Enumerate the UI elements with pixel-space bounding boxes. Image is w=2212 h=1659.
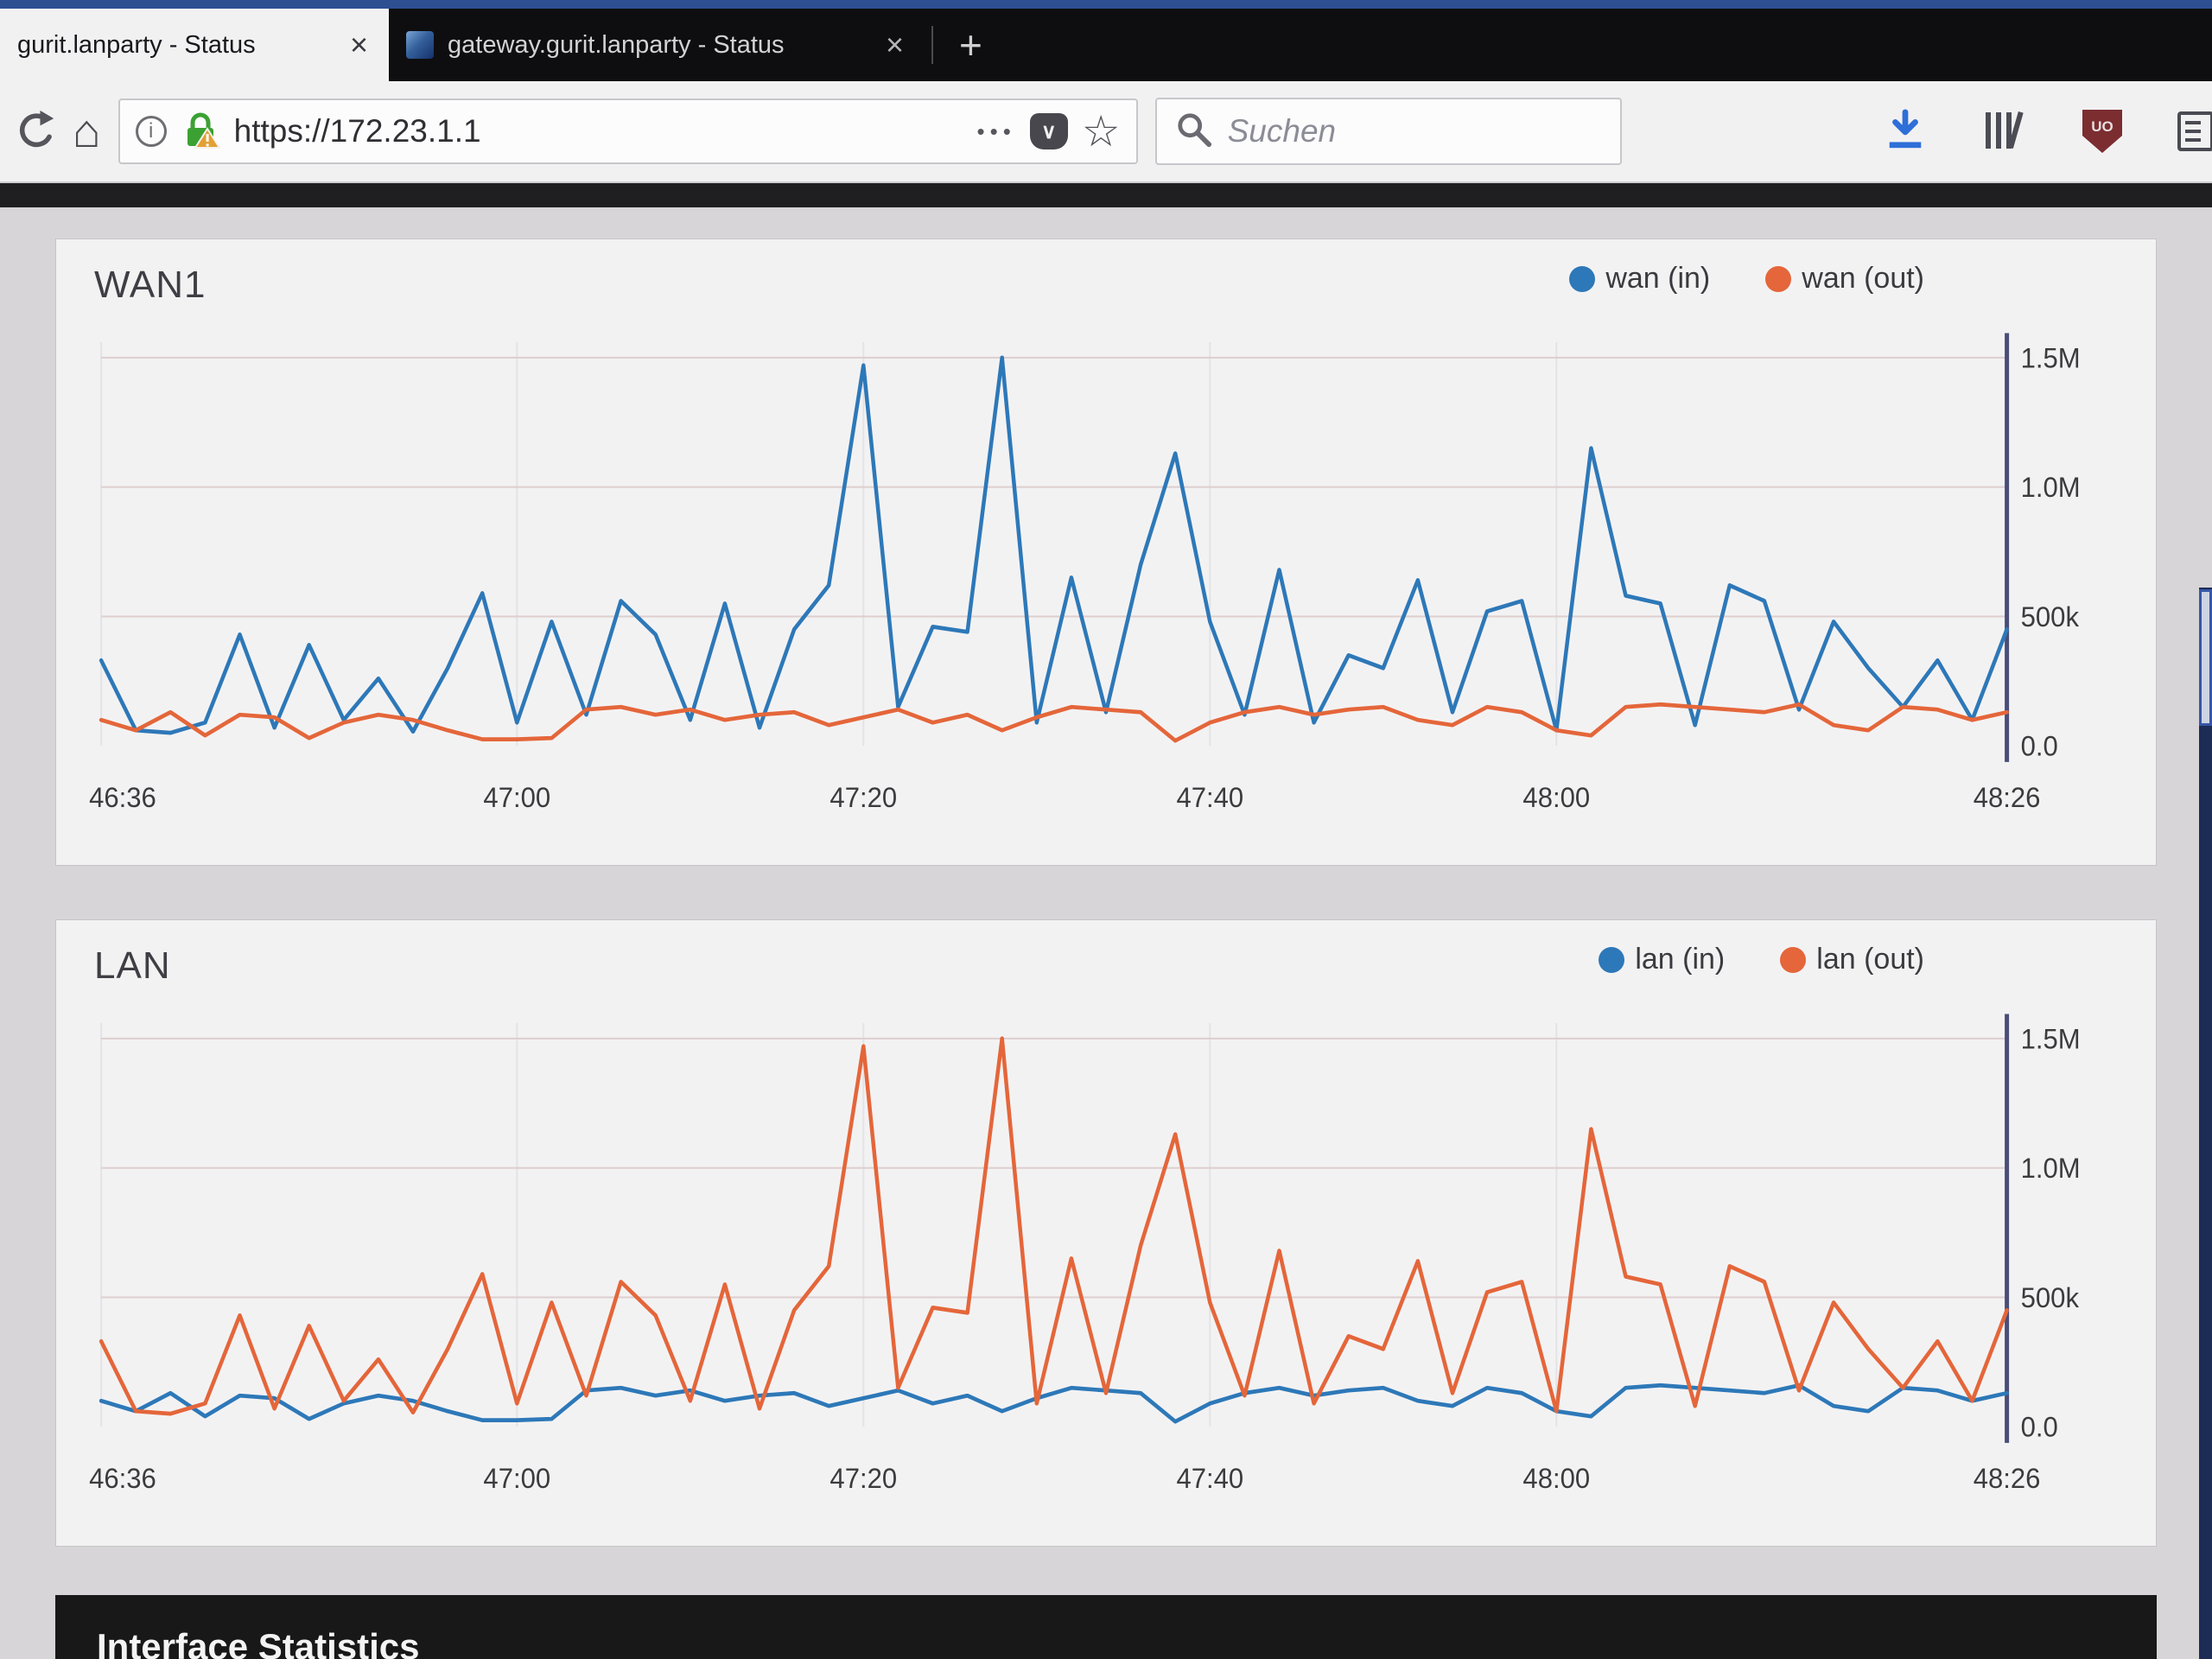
tab-bar: gurit.lanparty - Status × gateway.gurit.… — [0, 9, 2212, 81]
x-tick-label: 47:00 — [483, 781, 550, 813]
x-tick-label: 46:36 — [89, 1462, 156, 1494]
series-line-wan-out- — [101, 704, 2007, 741]
y-tick-label: 0.0 — [2021, 1411, 2058, 1443]
x-tick-label: 47:20 — [830, 1462, 897, 1494]
lock-warning-icon[interactable] — [181, 110, 220, 154]
y-tick-label: 0.0 — [2021, 730, 2058, 762]
y-tick-label: 500k — [2021, 601, 2079, 632]
window-top-edge — [0, 0, 2212, 9]
lan-legend: lan (in) lan (out) — [1599, 943, 1924, 976]
x-tick-label: 47:40 — [1176, 781, 1243, 813]
lan-in-dot-icon — [1599, 947, 1624, 973]
toolbar-right-icons: UO — [1884, 107, 2212, 156]
page-actions-icon[interactable]: ••• — [976, 118, 1015, 145]
interface-statistics-header: Interface Statistics — [55, 1595, 2157, 1659]
wan1-traffic-chart: 0.0 500k 1.0M 1.5M 46:36 47:00 47:20 47:40 48:00… — [67, 322, 2145, 827]
y-tick-label: 1.0M — [2021, 1153, 2081, 1185]
wan-in-dot-icon — [1569, 266, 1595, 292]
panel-title-wan1: WAN1 — [94, 264, 207, 307]
site-navbar-strip — [0, 183, 2212, 207]
legend-item-wan-out[interactable]: wan (out) — [1765, 262, 1924, 296]
url-bar[interactable]: i https://172.23.1.1 ••• ∨ ☆ — [118, 99, 1138, 164]
search-input[interactable]: Suchen — [1228, 113, 1337, 149]
close-icon[interactable]: × — [346, 27, 372, 63]
series-line-lan-in- — [101, 1385, 2007, 1421]
bookmark-star-icon[interactable]: ☆ — [1082, 106, 1121, 156]
ublock-shield-icon[interactable]: UO — [2082, 110, 2122, 153]
page-info-icon[interactable]: i — [136, 116, 167, 147]
tab-gateway-gurit-lanparty[interactable]: gateway.gurit.lanparty - Status × — [389, 9, 925, 81]
navigation-toolbar: ⌂ i https://172.23.1.1 ••• ∨ ☆ Suchen — [0, 81, 2212, 183]
wan-out-dot-icon — [1765, 266, 1791, 292]
url-text[interactable]: https://172.23.1.1 — [234, 113, 963, 149]
x-tick-label: 47:40 — [1176, 1462, 1243, 1494]
series-line-lan-out- — [101, 1039, 2007, 1414]
tab-title: gateway.gurit.lanparty - Status — [448, 31, 868, 60]
lan-out-dot-icon — [1780, 947, 1806, 973]
wan1-legend: wan (in) wan (out) — [1569, 262, 1924, 296]
close-icon[interactable]: × — [882, 27, 907, 63]
legend-label: lan (in) — [1635, 943, 1725, 976]
scrollbar-thumb[interactable] — [2199, 589, 2212, 726]
y-tick-label: 1.5M — [2021, 1023, 2081, 1055]
legend-item-wan-in[interactable]: wan (in) — [1569, 262, 1710, 296]
sidebar-toggle-icon[interactable] — [2177, 111, 2212, 151]
y-tick-label: 500k — [2021, 1281, 2079, 1313]
series-line-wan-in- — [101, 358, 2007, 733]
page-content: WAN1 wan (in) wan (out) 0.0 500k 1.0M 1.5M 4… — [0, 207, 2212, 1659]
wan1-traffic-panel: WAN1 wan (in) wan (out) 0.0 500k 1.0M 1.5M 4… — [55, 238, 2157, 866]
reload-icon[interactable] — [14, 109, 55, 155]
x-tick-label: 47:00 — [483, 1462, 550, 1494]
new-tab-button[interactable]: + — [940, 22, 1001, 68]
x-tick-label: 48:00 — [1522, 781, 1590, 813]
legend-label: wan (out) — [1802, 262, 1924, 296]
legend-label: wan (in) — [1605, 262, 1710, 296]
x-tick-label: 46:36 — [89, 781, 156, 813]
lan-traffic-panel: LAN lan (in) lan (out) 0.0 500k 1.0M 1.5M 46… — [55, 919, 2157, 1547]
search-icon — [1176, 111, 1212, 152]
tab-gurit-lanparty[interactable]: gurit.lanparty - Status × — [0, 9, 389, 81]
y-tick-label: 1.0M — [2021, 472, 2081, 504]
y-tick-label: 1.5M — [2021, 342, 2081, 374]
home-icon[interactable]: ⌂ — [73, 108, 101, 155]
legend-item-lan-out[interactable]: lan (out) — [1780, 943, 1924, 976]
lan-traffic-chart: 0.0 500k 1.0M 1.5M 46:36 47:00 47:20 47:40 48:00… — [67, 1003, 2145, 1508]
x-tick-label: 47:20 — [830, 781, 897, 813]
pocket-icon[interactable]: ∨ — [1030, 113, 1068, 149]
legend-item-lan-in[interactable]: lan (in) — [1599, 943, 1725, 976]
tab-favicon — [406, 31, 434, 59]
x-tick-label: 48:26 — [1974, 781, 2041, 813]
library-icon[interactable] — [1982, 109, 2027, 155]
tab-title: gurit.lanparty - Status — [17, 31, 333, 60]
legend-label: lan (out) — [1816, 943, 1924, 976]
x-tick-label: 48:26 — [1974, 1462, 2041, 1494]
x-tick-label: 48:00 — [1522, 1462, 1590, 1494]
panel-title-lan: LAN — [94, 944, 171, 988]
tab-separator — [931, 26, 933, 64]
search-box[interactable]: Suchen — [1155, 98, 1622, 165]
scrollbar-track[interactable] — [2199, 588, 2212, 1659]
downloads-icon[interactable] — [1884, 107, 1927, 156]
